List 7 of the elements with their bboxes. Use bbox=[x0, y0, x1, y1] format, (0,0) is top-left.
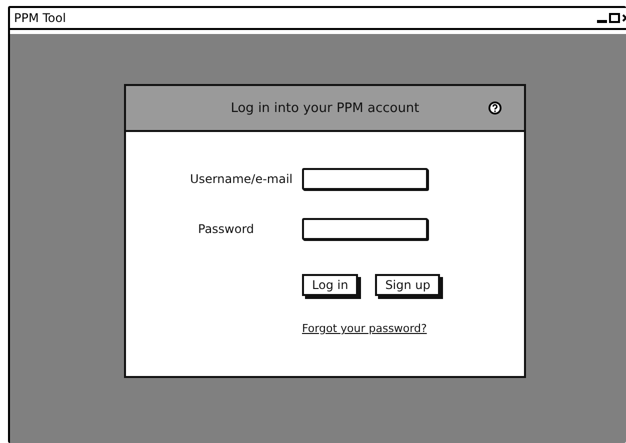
field-label: Username/e-mail bbox=[189, 172, 293, 186]
login-button[interactable]: Log in bbox=[302, 274, 358, 296]
forgot-password-link[interactable]: Forgot your password? bbox=[302, 322, 502, 335]
window-title: PPM Tool bbox=[14, 11, 66, 25]
dialog-title: Log in into your PPM account bbox=[230, 100, 420, 116]
field-label: Password bbox=[197, 222, 254, 236]
signup-button[interactable]: Sign up bbox=[375, 274, 440, 296]
